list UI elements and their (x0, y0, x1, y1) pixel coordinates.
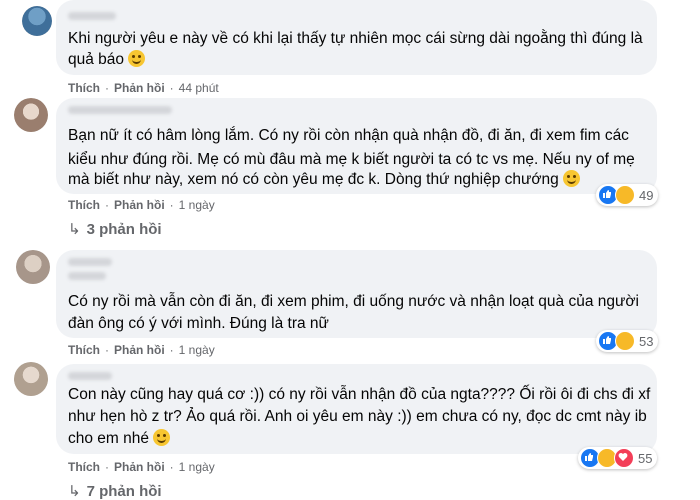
comment-text-line: Có ny rồi mà vẫn còn đi ăn, đi xem phim,… (68, 293, 639, 310)
author-name[interactable] (68, 258, 112, 266)
haha-reaction-icon (615, 331, 635, 351)
laughing-emoji-icon (153, 429, 170, 446)
timestamp[interactable]: 1 ngày (179, 343, 215, 357)
like-link[interactable]: Thích (68, 343, 100, 357)
comment-actions: Thích · Phản hồi · 44 phút (68, 81, 219, 95)
comment-actions: Thích · Phản hồi · 1 ngày (68, 198, 215, 212)
reply-link[interactable]: Phản hồi (114, 343, 165, 357)
timestamp[interactable]: 44 phút (179, 81, 219, 95)
avatar[interactable] (16, 250, 50, 284)
view-replies-link[interactable]: ↳ 7 phản hồi (68, 482, 162, 500)
haha-reaction-icon (615, 185, 635, 205)
comment-text-line: Con này cũng hay quá cơ :)) có ny rồi vẫ… (68, 386, 651, 403)
love-reaction-icon (614, 448, 634, 468)
reaction-count: 55 (638, 450, 653, 466)
comment-text-line: mà biết như này, xem nó có còn yêu mẹ đc… (68, 168, 580, 192)
like-link[interactable]: Thích (68, 198, 100, 212)
author-name[interactable] (68, 12, 116, 20)
reaction-count: 49 (639, 187, 654, 203)
grin-emoji-icon (128, 50, 146, 67)
author-name-line-2 (68, 272, 106, 280)
smile-emoji-icon (562, 170, 580, 187)
comment-text-line: Khi người yêu e này về có khi lại thấy t… (68, 30, 643, 47)
reaction-summary[interactable]: 53 (596, 330, 659, 352)
comment-text-line: cho em nhé (68, 427, 170, 451)
comment-actions: Thích · Phản hồi · 1 ngày (68, 343, 215, 357)
reply-link[interactable]: Phản hồi (114, 198, 165, 212)
comment-text-line: quả báo (68, 48, 146, 72)
comment-text-line: như hẹn hò z tr? Ảo quá rồi. Anh oi yêu … (68, 408, 647, 425)
timestamp[interactable]: 1 ngày (179, 460, 215, 474)
reply-link[interactable]: Phản hồi (114, 81, 165, 95)
reaction-count: 53 (639, 333, 654, 349)
author-name[interactable] (68, 372, 112, 380)
comment-actions: Thích · Phản hồi · 1 ngày (68, 460, 215, 474)
timestamp[interactable]: 1 ngày (179, 198, 215, 212)
avatar[interactable] (14, 362, 48, 396)
reply-arrow-icon: ↳ (68, 483, 81, 500)
author-name[interactable] (68, 106, 172, 114)
reply-arrow-icon: ↳ (68, 221, 81, 238)
reaction-summary[interactable]: 55 (578, 447, 658, 469)
avatar[interactable] (14, 98, 48, 132)
like-link[interactable]: Thích (68, 460, 100, 474)
reply-link[interactable]: Phản hồi (114, 460, 165, 474)
comment-text-line: Bạn nữ ít có hâm lòng lắm. Có ny rồi còn… (68, 127, 629, 144)
reaction-summary[interactable]: 49 (596, 184, 659, 206)
comment-text-line: đàn ông có ý với mình. Đúng là tra nữ (68, 315, 329, 332)
avatar[interactable] (22, 6, 52, 36)
view-replies-link[interactable]: ↳ 3 phản hồi (68, 220, 162, 238)
like-link[interactable]: Thích (68, 81, 100, 95)
